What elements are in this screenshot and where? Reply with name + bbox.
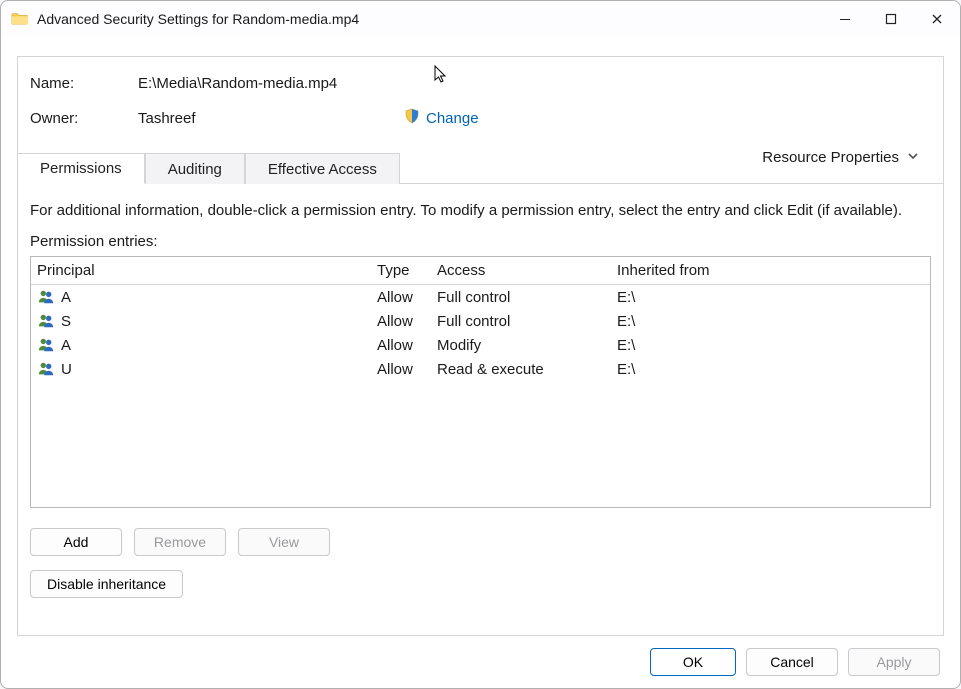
users-group-icon <box>37 360 55 378</box>
col-header-type[interactable]: Type <box>377 262 437 279</box>
users-group-icon <box>37 288 55 306</box>
principal-cell: A <box>61 289 71 306</box>
table-row[interactable]: A Allow Full control E:\ <box>31 285 930 309</box>
ok-button[interactable]: OK <box>650 648 736 676</box>
principal-cell: U <box>61 361 72 378</box>
change-owner-link[interactable]: Change <box>404 108 479 128</box>
tab-effective-access[interactable]: Effective Access <box>245 153 400 184</box>
table-header: Principal Type Access Inherited from <box>31 257 930 285</box>
minimize-button[interactable] <box>822 1 868 37</box>
type-cell: Allow <box>377 313 437 330</box>
users-group-icon <box>37 312 55 330</box>
users-group-icon <box>37 336 55 354</box>
name-value: E:\Media\Random-media.mp4 <box>138 75 398 92</box>
info-text: For additional information, double-click… <box>30 202 931 219</box>
owner-value: Tashreef <box>138 110 398 127</box>
table-row[interactable]: A Allow Modify E:\ <box>31 333 930 357</box>
window-title: Advanced Security Settings for Random-me… <box>37 11 359 27</box>
view-button[interactable]: View <box>238 528 330 556</box>
col-header-principal[interactable]: Principal <box>37 262 377 279</box>
tab-permissions[interactable]: Permissions <box>18 153 145 184</box>
access-cell: Full control <box>437 313 617 330</box>
add-button[interactable]: Add <box>30 528 122 556</box>
close-button[interactable] <box>914 1 960 37</box>
dialog-footer: OK Cancel Apply <box>650 648 940 676</box>
table-row[interactable]: U Allow Read & execute E:\ <box>31 357 930 381</box>
permissions-tab-body: For additional information, double-click… <box>18 184 943 610</box>
folder-icon <box>11 10 29 28</box>
principal-cell: A <box>61 337 71 354</box>
access-cell: Full control <box>437 289 617 306</box>
maximize-button[interactable] <box>868 1 914 37</box>
principal-cell: S <box>61 313 71 330</box>
name-row: Name: E:\Media\Random-media.mp4 <box>30 75 931 92</box>
inherited-cell: E:\ <box>617 313 924 330</box>
access-cell: Modify <box>437 337 617 354</box>
col-header-inherited[interactable]: Inherited from <box>617 262 924 279</box>
entry-action-buttons: Add Remove View <box>30 528 931 556</box>
col-header-access[interactable]: Access <box>437 262 617 279</box>
chevron-down-icon <box>907 149 919 166</box>
titlebar: Advanced Security Settings for Random-me… <box>1 1 960 37</box>
permission-entries-table[interactable]: Principal Type Access Inherited from A A… <box>30 256 931 508</box>
main-panel: Name: E:\Media\Random-media.mp4 Owner: T… <box>17 56 944 636</box>
remove-button[interactable]: Remove <box>134 528 226 556</box>
name-label: Name: <box>30 75 138 92</box>
cancel-button[interactable]: Cancel <box>746 648 838 676</box>
advanced-security-window: Advanced Security Settings for Random-me… <box>0 0 961 689</box>
entries-label: Permission entries: <box>30 233 931 250</box>
inherited-cell: E:\ <box>617 337 924 354</box>
access-cell: Read & execute <box>437 361 617 378</box>
apply-button[interactable]: Apply <box>848 648 940 676</box>
tab-effective-label: Effective Access <box>268 161 377 178</box>
type-cell: Allow <box>377 361 437 378</box>
tab-auditing-label: Auditing <box>168 161 222 178</box>
tab-permissions-label: Permissions <box>40 160 122 177</box>
resource-properties-dropdown[interactable]: Resource Properties <box>762 149 919 166</box>
tab-auditing[interactable]: Auditing <box>145 153 245 184</box>
owner-row: Owner: Tashreef Change <box>30 108 931 128</box>
type-cell: Allow <box>377 337 437 354</box>
disable-inheritance-button[interactable]: Disable inheritance <box>30 570 183 598</box>
header-block: Name: E:\Media\Random-media.mp4 Owner: T… <box>18 57 943 148</box>
resource-properties-label: Resource Properties <box>762 149 899 166</box>
shield-icon <box>404 108 420 128</box>
table-row[interactable]: S Allow Full control E:\ <box>31 309 930 333</box>
type-cell: Allow <box>377 289 437 306</box>
owner-label: Owner: <box>30 110 138 127</box>
inherited-cell: E:\ <box>617 289 924 306</box>
inherited-cell: E:\ <box>617 361 924 378</box>
change-link-text: Change <box>426 110 479 127</box>
